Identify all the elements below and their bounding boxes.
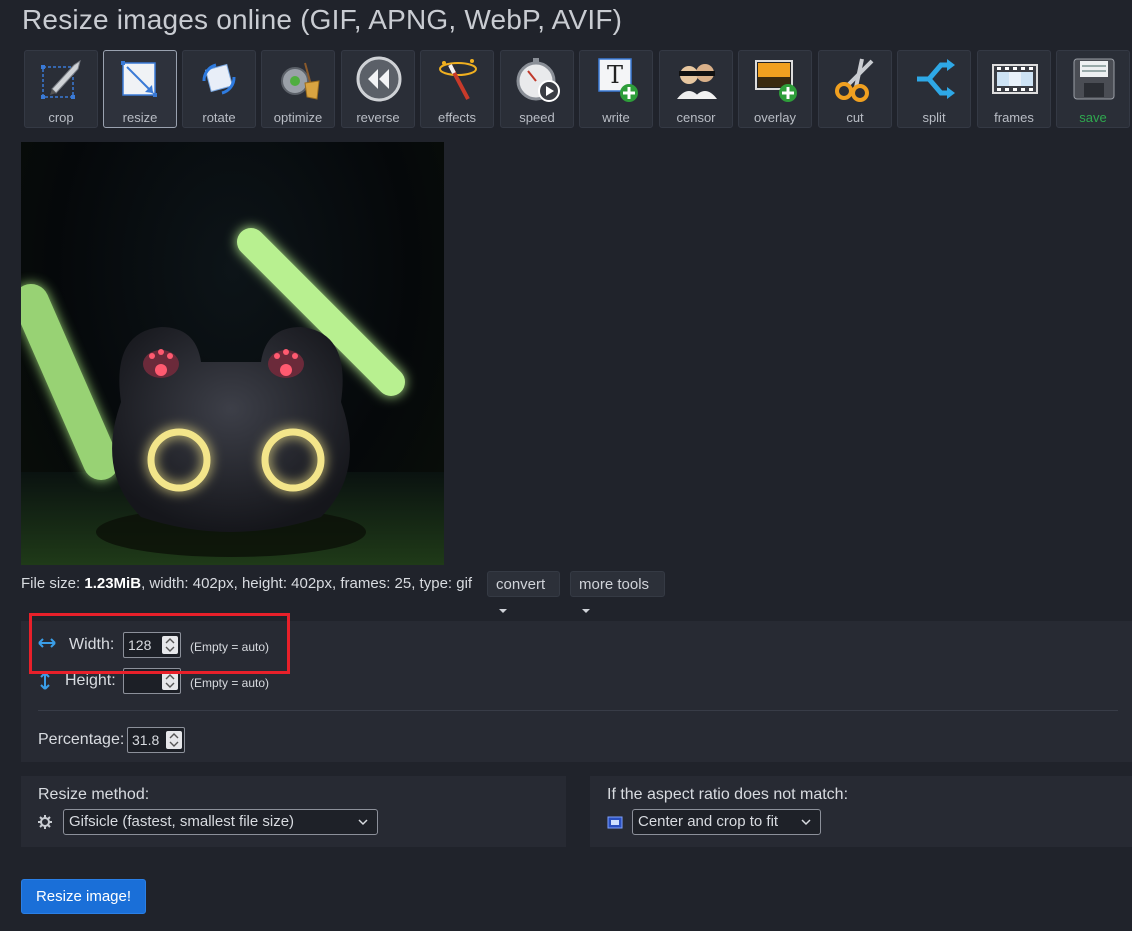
resize-image-button[interactable]: Resize image!: [21, 879, 146, 914]
tool-label: overlay: [754, 110, 796, 125]
stopwatch-icon: [516, 58, 560, 102]
height-hint: (Empty = auto): [190, 676, 270, 690]
file-size-prefix: File size:: [21, 575, 85, 592]
percentage-spinner[interactable]: [166, 731, 182, 749]
crop-fit-icon: [607, 816, 623, 829]
effects-wand-icon: [439, 59, 477, 100]
file-info: File size: 1.23MiB, width: 402px, height…: [21, 571, 472, 597]
tool-label: rotate: [202, 110, 236, 125]
convert-label: convert: [496, 576, 546, 593]
aspect-ratio-value: Center and crop to fit: [638, 813, 779, 830]
resize-icon: [121, 61, 157, 97]
overlay-image-icon: [755, 60, 797, 102]
more-tools-dropdown[interactable]: more tools: [570, 571, 665, 614]
rotate-icon: [202, 63, 236, 95]
spinner-arrows-icon: [169, 733, 179, 747]
tool-rotate[interactable]: rotate: [182, 50, 256, 128]
crop-icon: [41, 59, 81, 99]
percentage-input[interactable]: 31.8: [127, 727, 185, 753]
gear-icon: [38, 815, 52, 829]
image-preview: [21, 142, 444, 565]
caret-down-icon: [582, 609, 590, 614]
aspect-ratio-panel: If the aspect ratio does not match: Cent…: [590, 776, 1132, 847]
censor-icon: [677, 64, 717, 99]
split-icon: [917, 59, 955, 99]
reverse-icon: [356, 56, 402, 102]
write-text-icon: T: [598, 58, 638, 102]
more-tools-label: more tools: [579, 576, 650, 593]
percentage-value: 31.8: [132, 732, 160, 748]
caret-down-icon: [499, 609, 507, 614]
page-title: Resize images online (GIF, APNG, WebP, A…: [22, 4, 623, 35]
film-frames-icon: [992, 64, 1038, 94]
toolbar: crop resize rotate optimize reverse effe…: [24, 50, 1132, 130]
tool-label: crop: [48, 110, 74, 125]
height-spinner[interactable]: [162, 672, 178, 690]
tool-censor[interactable]: censor: [659, 50, 733, 128]
height-label: Height:: [65, 672, 116, 689]
tool-write[interactable]: T write: [579, 50, 653, 128]
tool-label: frames: [994, 110, 1034, 125]
height-arrows-icon: [40, 672, 50, 690]
tool-cut[interactable]: cut: [818, 50, 892, 128]
tool-split[interactable]: split: [897, 50, 971, 128]
tool-reverse[interactable]: reverse: [341, 50, 415, 128]
width-highlight-box: [29, 613, 290, 674]
file-details: , width: 402px, height: 402px, frames: 2…: [141, 575, 473, 592]
convert-dropdown[interactable]: convert: [487, 571, 560, 614]
tool-save[interactable]: save: [1056, 50, 1130, 128]
chevron-down-icon: [358, 819, 368, 826]
tool-label: resize: [122, 110, 158, 125]
chevron-down-icon: [801, 819, 811, 826]
tool-crop[interactable]: crop: [24, 50, 98, 128]
optimize-icon: [281, 62, 320, 100]
tool-resize[interactable]: resize: [103, 50, 177, 128]
divider: [38, 710, 1118, 711]
tool-overlay[interactable]: overlay: [738, 50, 812, 128]
resize-method-label: Resize method:: [38, 786, 150, 803]
svg-text:T: T: [607, 61, 623, 89]
tool-label: speed: [519, 110, 555, 125]
tool-effects[interactable]: effects: [420, 50, 494, 128]
percentage-label: Percentage:: [38, 731, 125, 748]
tool-label: split: [922, 110, 946, 125]
tool-label: optimize: [273, 110, 323, 125]
tool-label: censor: [676, 110, 716, 125]
tool-speed[interactable]: speed: [500, 50, 574, 128]
resize-method-value: Gifsicle (fastest, smallest file size): [69, 813, 295, 830]
file-size-value: 1.23MiB: [84, 575, 142, 592]
scissors-icon: [835, 58, 874, 102]
animated-gif-preview: [21, 228, 444, 565]
resize-method-panel: Resize method: Gifsicle (fastest, smalle…: [21, 776, 566, 847]
aspect-ratio-select[interactable]: Center and crop to fit: [632, 809, 821, 835]
tool-label: write: [602, 110, 630, 125]
tool-label: reverse: [356, 110, 400, 125]
tool-frames[interactable]: frames: [977, 50, 1051, 128]
tool-label: save: [1079, 110, 1107, 125]
resize-method-select[interactable]: Gifsicle (fastest, smallest file size): [63, 809, 378, 835]
spinner-arrows-icon: [165, 674, 175, 688]
tool-optimize[interactable]: optimize: [261, 50, 335, 128]
floppy-save-icon: [1073, 58, 1115, 100]
tool-label: effects: [437, 110, 477, 125]
tool-label: cut: [846, 110, 864, 125]
aspect-ratio-label: If the aspect ratio does not match:: [607, 786, 849, 803]
